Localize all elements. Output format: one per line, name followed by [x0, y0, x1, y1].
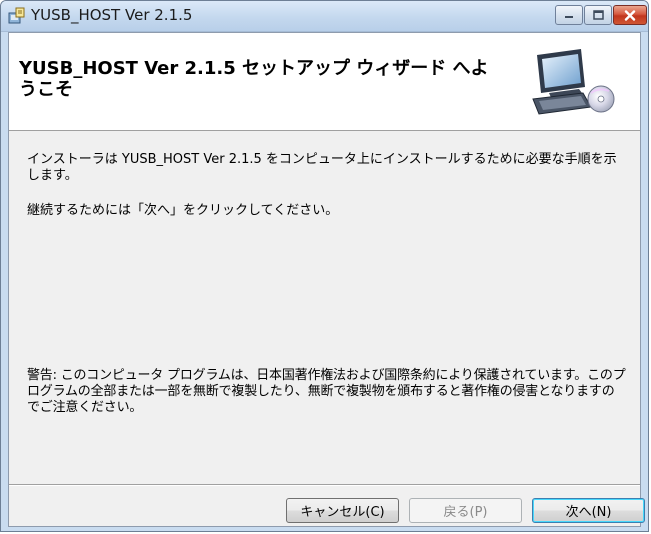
back-button[interactable]: 戻る(P): [409, 498, 522, 523]
installer-icon: [8, 7, 25, 24]
title-bar[interactable]: YUSB_HOST Ver 2.1.5: [1, 1, 648, 32]
close-icon: [624, 9, 636, 21]
intro-text: インストーラは YUSB_HOST Ver 2.1.5 をコンピュータ上にインス…: [27, 152, 617, 183]
computer-setup-icon: [532, 49, 615, 115]
minimize-button[interactable]: [555, 5, 583, 25]
cancel-button[interactable]: キャンセル(C): [286, 498, 399, 523]
wizard-banner: YUSB_HOST Ver 2.1.5 セットアップ ウィザード へようこそ: [9, 33, 640, 131]
installer-window: YUSB_HOST Ver 2.1.5 YUSB_HOST Ver 2.1.5 …: [0, 0, 649, 532]
continue-instruction: 継続するためには「次へ」をクリックしてください。: [27, 203, 339, 218]
maximize-button[interactable]: [584, 5, 612, 25]
copyright-warning: 警告: このコンピュータ プログラムは、日本国著作権法および国際条約により保護さ…: [27, 368, 626, 415]
next-button[interactable]: 次へ(N): [532, 498, 645, 523]
window-title: YUSB_HOST Ver 2.1.5: [31, 6, 193, 24]
close-button[interactable]: [613, 5, 647, 25]
wizard-title: YUSB_HOST Ver 2.1.5 セットアップ ウィザード へようこそ: [19, 58, 489, 100]
maximize-icon: [592, 10, 604, 20]
minimize-icon: [565, 16, 573, 18]
button-separator: [9, 484, 640, 486]
dialog-client-area: YUSB_HOST Ver 2.1.5 セットアップ ウィザード へようこそ イ…: [8, 32, 645, 527]
